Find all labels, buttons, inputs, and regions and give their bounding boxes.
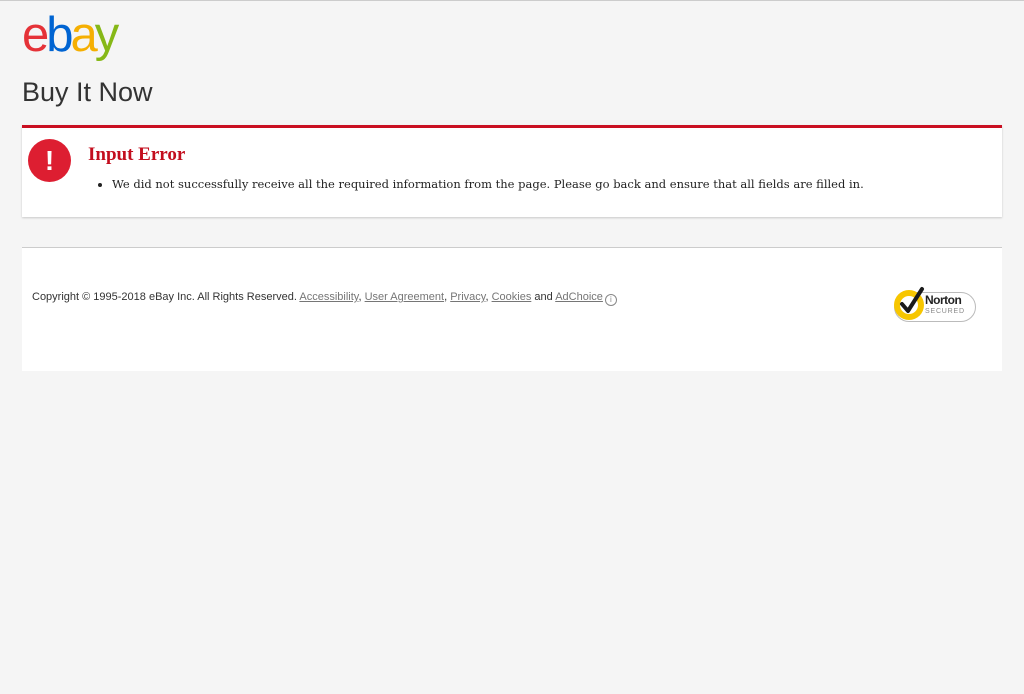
copyright-text: Copyright © 1995-2018 eBay Inc. All Righ…: [32, 291, 297, 303]
norton-name: Norton: [925, 293, 962, 307]
accessibility-link[interactable]: Accessibility: [299, 291, 358, 303]
logo-letter-y: y: [94, 8, 119, 62]
norton-check-icon: [894, 287, 924, 320]
error-panel: ! Input Error We did not successfully re…: [22, 125, 1002, 217]
user-agreement-link[interactable]: User Agreement: [365, 291, 444, 303]
norton-subtitle: SECURED: [925, 308, 965, 315]
privacy-link[interactable]: Privacy: [450, 291, 485, 303]
norton-secured-badge[interactable]: Norton SECURED: [894, 287, 976, 326]
adchoice-link[interactable]: AdChoice: [555, 291, 603, 303]
cookies-link[interactable]: Cookies: [492, 291, 532, 303]
exclamation-icon: !: [28, 139, 71, 182]
error-message: We did not successfully receive all the …: [112, 177, 864, 191]
separator: ,: [358, 291, 362, 303]
separator: ,: [444, 291, 448, 303]
logo-letter-b: b: [46, 8, 73, 62]
and-text: and: [534, 291, 553, 303]
adchoice-info-icon[interactable]: i: [604, 294, 617, 306]
logo-letter-e: e: [22, 8, 49, 62]
logo-letter-a: a: [70, 8, 98, 62]
checkmark-icon: [900, 287, 924, 314]
separator: ,: [485, 291, 489, 303]
error-title: Input Error: [88, 144, 186, 165]
error-message-list: We did not successfully receive all the …: [112, 177, 864, 191]
page-title: Buy It Now: [22, 77, 153, 107]
ebay-logo[interactable]: ebay: [22, 8, 119, 62]
footer-legal-line: Copyright © 1995-2018 eBay Inc. All Righ…: [32, 290, 617, 306]
footer: Copyright © 1995-2018 eBay Inc. All Righ…: [22, 248, 1002, 371]
